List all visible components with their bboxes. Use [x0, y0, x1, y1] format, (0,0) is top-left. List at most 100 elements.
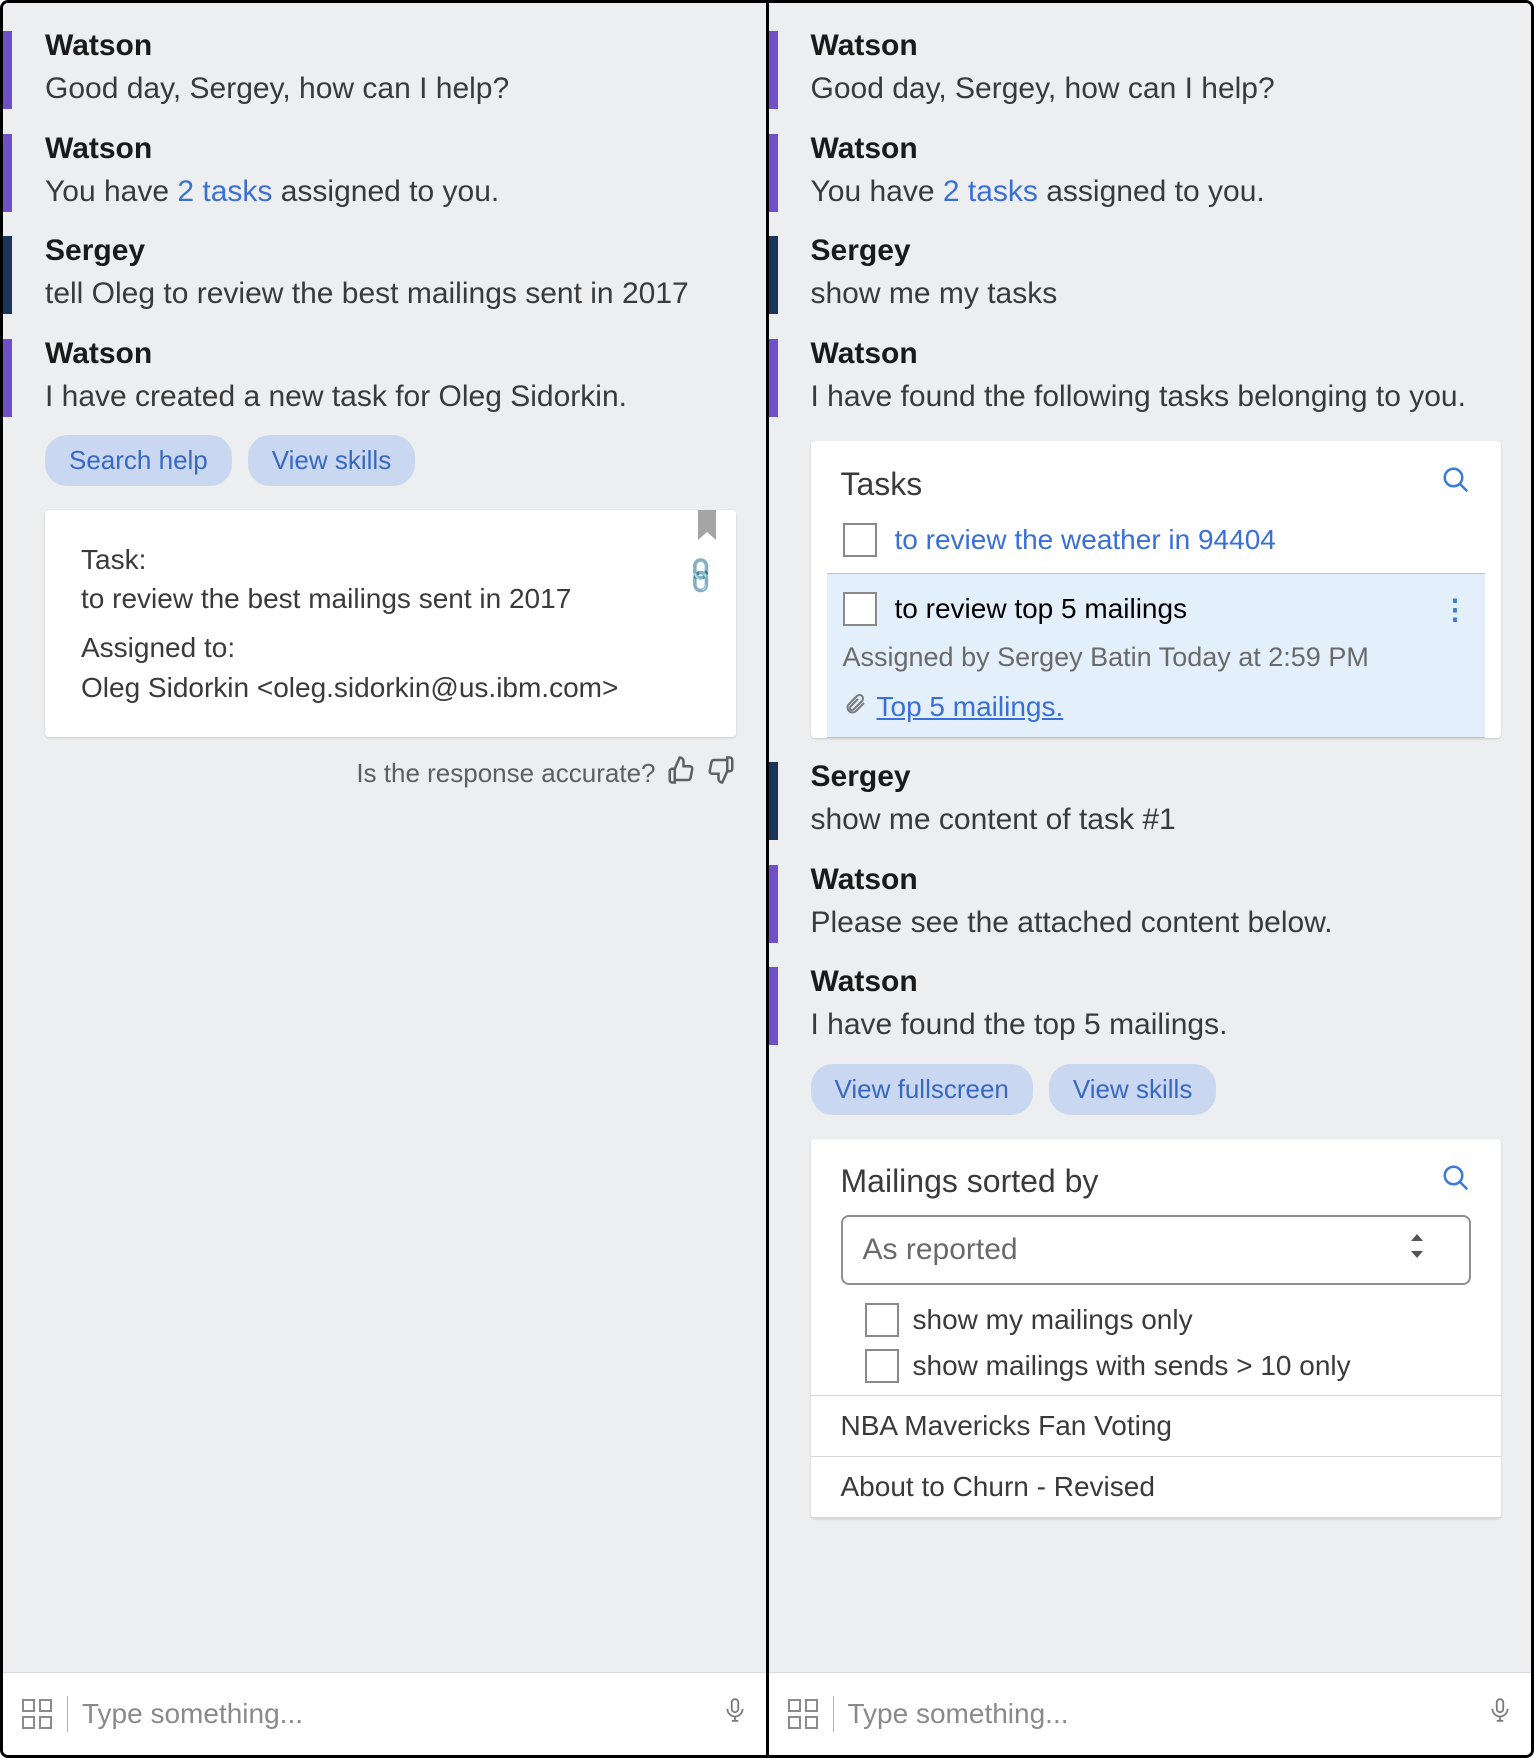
filter-row[interactable]: show mailings with sends > 10 only [811, 1343, 1502, 1389]
message-text: You have 2 tasks assigned to you. [811, 172, 1532, 213]
accent-bar [3, 339, 12, 417]
mailings-card: Mailings sorted by As reported [811, 1139, 1502, 1518]
tasks-link[interactable]: 2 tasks [943, 175, 1038, 208]
sender-name: Watson [811, 132, 1532, 166]
apps-icon[interactable] [21, 1698, 53, 1730]
sender-name: Watson [811, 863, 1532, 897]
filter-label: show mailings with sends > 10 only [913, 1350, 1351, 1382]
message: Sergey show me content of task #1 [769, 760, 1532, 841]
accent-bar [3, 236, 12, 314]
search-icon[interactable] [1441, 1163, 1471, 1201]
sender-name: Watson [811, 29, 1532, 63]
suggestion-chips: Search help View skills [45, 435, 766, 486]
message: Watson Please see the attached content b… [769, 863, 1532, 944]
task-link[interactable]: to review the weather in 94404 [895, 524, 1276, 556]
text-part: assigned to you. [1038, 175, 1265, 208]
task-label: Task: [81, 540, 700, 579]
bookmark-icon[interactable] [696, 510, 718, 547]
search-icon[interactable] [1441, 465, 1471, 503]
input-bar: Type something... [3, 1672, 766, 1755]
sender-name: Sergey [811, 760, 1532, 794]
tasks-link[interactable]: 2 tasks [177, 175, 272, 208]
sender-name: Sergey [45, 234, 766, 268]
message-text: I have created a new task for Oleg Sidor… [45, 377, 766, 418]
left-pane: Watson Good day, Sergey, how can I help?… [3, 3, 769, 1755]
message: Watson I have found the following tasks … [769, 337, 1532, 739]
sort-select[interactable]: As reported [841, 1215, 1472, 1285]
task-row[interactable]: to review the weather in 94404 [827, 511, 1486, 569]
app-container: Watson Good day, Sergey, how can I help?… [0, 0, 1534, 1758]
caret-updown-icon [1409, 1234, 1425, 1265]
divider [833, 1696, 834, 1732]
task-text: to review the best mailings sent in 2017 [81, 579, 700, 618]
message-text: Good day, Sergey, how can I help? [45, 69, 766, 110]
accent-bar [769, 762, 778, 840]
sender-name: Watson [45, 132, 766, 166]
text-part: You have [45, 175, 177, 208]
message: Watson Good day, Sergey, how can I help? [769, 29, 1532, 110]
mailing-item[interactable]: NBA Mavericks Fan Voting [811, 1395, 1502, 1457]
message-text: Good day, Sergey, how can I help? [811, 69, 1532, 110]
kebab-icon[interactable]: ⋮ [1441, 593, 1469, 626]
feedback-prompt: Is the response accurate? [356, 758, 655, 789]
right-scroll[interactable]: Watson Good day, Sergey, how can I help?… [769, 3, 1532, 1672]
message-text: I have found the top 5 mailings. [811, 1005, 1532, 1046]
tasks-card: Tasks to review the weather in 94404 [811, 441, 1502, 738]
filter-label: show my mailings only [913, 1304, 1193, 1336]
sender-name: Sergey [811, 234, 1532, 268]
task-detail-panel: to review top 5 mailings ⋮ Assigned by S… [827, 573, 1486, 738]
mailing-list: NBA Mavericks Fan Voting About to Churn … [811, 1395, 1502, 1518]
accent-bar [3, 31, 12, 109]
message: Watson You have 2 tasks assigned to you. [769, 132, 1532, 213]
placeholder-text: Type something... [848, 1698, 1069, 1729]
sender-name: Watson [811, 965, 1532, 999]
placeholder-text: Type something... [82, 1698, 303, 1729]
message-text: Please see the attached content below. [811, 903, 1532, 944]
select-value: As reported [863, 1233, 1018, 1267]
accent-bar [769, 865, 778, 943]
message: Sergey show me my tasks [769, 234, 1532, 315]
input-bar: Type something... [769, 1672, 1532, 1755]
message-text: show me my tasks [811, 274, 1532, 315]
message: Watson I have created a new task for Ole… [3, 337, 766, 793]
thumbs-up-icon[interactable] [666, 755, 696, 793]
task-link[interactable]: to review top 5 mailings [895, 593, 1188, 625]
card-title: Mailings sorted by [841, 1163, 1099, 1200]
paperclip-icon [843, 692, 867, 723]
chip-view-fullscreen[interactable]: View fullscreen [811, 1064, 1033, 1115]
accent-bar [3, 134, 12, 212]
checkbox[interactable] [843, 592, 877, 626]
message-input[interactable]: Type something... [848, 1698, 1474, 1730]
left-scroll[interactable]: Watson Good day, Sergey, how can I help?… [3, 3, 766, 1672]
microphone-icon[interactable] [722, 1692, 748, 1737]
checkbox[interactable] [843, 523, 877, 557]
message-text: I have found the following tasks belongi… [811, 377, 1532, 418]
chip-view-skills[interactable]: View skills [1049, 1064, 1216, 1115]
message-text: show me content of task #1 [811, 800, 1532, 841]
accent-bar [769, 967, 778, 1045]
chip-view-skills[interactable]: View skills [248, 435, 415, 486]
apps-icon[interactable] [787, 1698, 819, 1730]
sender-name: Watson [811, 337, 1532, 371]
message-input[interactable]: Type something... [82, 1698, 708, 1730]
thumbs-down-icon[interactable] [706, 755, 736, 793]
message-text: You have 2 tasks assigned to you. [45, 172, 766, 213]
accent-bar [769, 31, 778, 109]
task-assigned: Assigned by Sergey Batin Today at 2:59 P… [827, 636, 1486, 679]
message-text: tell Oleg to review the best mailings se… [45, 274, 766, 315]
message: Watson You have 2 tasks assigned to you. [3, 132, 766, 213]
filter-row[interactable]: show my mailings only [811, 1297, 1502, 1343]
chip-search-help[interactable]: Search help [45, 435, 232, 486]
task-card: 🔗 Task: to review the best mailings sent… [45, 510, 736, 737]
text-part: assigned to you. [272, 175, 499, 208]
message: Watson I have found the top 5 mailings. … [769, 965, 1532, 1518]
checkbox[interactable] [865, 1349, 899, 1383]
microphone-icon[interactable] [1487, 1692, 1513, 1737]
sender-name: Watson [45, 29, 766, 63]
task-attachment-link[interactable]: Top 5 mailings. [877, 691, 1064, 723]
sender-name: Watson [45, 337, 766, 371]
card-title: Tasks [841, 466, 923, 503]
accent-bar [769, 339, 778, 417]
mailing-item[interactable]: About to Churn - Revised [811, 1457, 1502, 1518]
checkbox[interactable] [865, 1303, 899, 1337]
